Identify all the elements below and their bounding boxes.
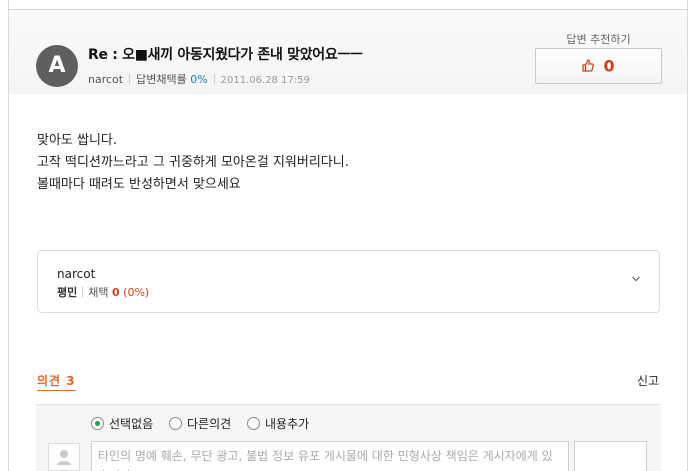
answer-body-line: 고작 떡디션까느라고 그 귀중하게 모아온걸 지워버리다니. [37, 155, 349, 170]
chevron-down-icon[interactable] [631, 269, 641, 282]
profile-stats: 평민 채택 0 (0%) [57, 284, 149, 300]
recommend-count: 0 [603, 56, 615, 76]
avatar[interactable]: A [36, 45, 78, 87]
recommend-label: 답변 추천하기 [566, 33, 631, 46]
radio-label: 선택없음 [109, 417, 154, 431]
profile-adopt-label: 채택 [88, 286, 109, 299]
answer-body-line: 볼때마다 때려도 반성하면서 맞으세요 [37, 177, 241, 192]
user-placeholder-icon [48, 443, 80, 471]
radio-no-selection[interactable]: 선택없음 [91, 415, 153, 432]
comment-count-tab[interactable]: 의견 3 [37, 372, 76, 391]
answer-date: 2011.06.28 17:59 [220, 75, 310, 86]
radio-dot [247, 417, 260, 430]
adopt-rate-label: 답변채택률 [136, 73, 187, 86]
author-name[interactable]: narcot [88, 73, 123, 86]
meta-divider [129, 74, 131, 84]
radio-other-opinion[interactable]: 다른의견 [169, 415, 231, 432]
answer-body-line: 맞아도 쌉니다. [37, 133, 118, 148]
adopt-rate-value: 0% [190, 73, 208, 86]
answer-body: 맞아도 쌉니다. 고작 떡디션까느라고 그 귀중하게 모아온걸 지워버리다니. … [37, 130, 349, 196]
answer-title: Re : 오■새끼 아동지웠다가 존내 맞았어요ㅡㅡ [88, 47, 363, 63]
thumbs-up-icon [582, 50, 595, 84]
profile-name[interactable]: narcot [57, 267, 95, 281]
comment-input[interactable]: 타인의 명예 훼손, 무단 광고, 불법 정보 유포 게시물에 대한 민형사상 … [91, 441, 569, 471]
recommend-button[interactable]: 0 [535, 48, 662, 84]
author-profile-card[interactable]: narcot 평민 채택 0 (0%) [37, 250, 660, 313]
profile-divider [82, 287, 84, 297]
frame-right-border [687, 0, 688, 471]
opinion-type-radios: 선택없음 다른의견 내용추가 [91, 415, 321, 433]
comment-submit-button[interactable] [574, 441, 647, 471]
profile-adopt-pct: (0%) [123, 286, 150, 299]
answer-meta: narcot 답변채택률 0% 2011.06.28 17:59 [88, 71, 310, 87]
comment-compose-box: 선택없음 다른의견 내용추가 타인의 명예 훼손, 무단 광고, 불법 정보 유… [36, 404, 661, 471]
radio-dot-checked [91, 417, 104, 430]
report-link[interactable]: 신고 [637, 372, 659, 389]
radio-add-content[interactable]: 내용추가 [247, 415, 309, 432]
meta-divider [213, 74, 215, 84]
radio-label: 내용추가 [265, 417, 310, 431]
profile-rank: 평민 [57, 286, 78, 299]
radio-label: 다른의견 [187, 417, 232, 431]
radio-dot [169, 417, 182, 430]
profile-adopt-count: 0 [112, 286, 120, 299]
